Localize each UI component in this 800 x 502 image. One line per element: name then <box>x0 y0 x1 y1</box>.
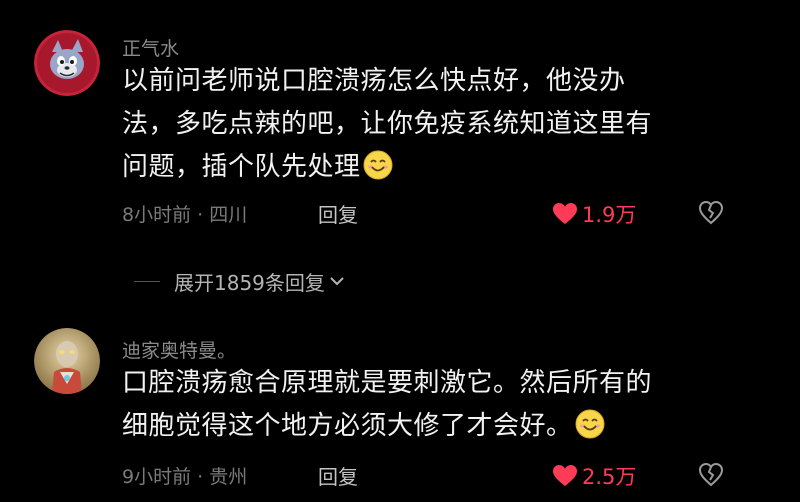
divider <box>134 280 160 282</box>
comment-line: 法，多吃点辣的吧，让你免疫系统知道这里有 <box>122 109 653 139</box>
like-button[interactable]: 2.5万 <box>552 461 636 491</box>
ultraman-figure-avatar-icon <box>34 328 100 394</box>
expand-replies-label[interactable]: 展开1859条回复 <box>174 267 325 296</box>
heart-filled-icon <box>553 465 577 486</box>
cartoon-cat-avatar-icon <box>34 30 100 96</box>
comment-username[interactable]: 迪家奥特曼。 <box>122 336 236 363</box>
comment-line: 以前问老师说口腔溃疡怎么快点好，他没办 <box>122 66 626 96</box>
like-button[interactable]: 1.9万 <box>552 199 636 229</box>
comment-line: 口腔溃疡愈合原理就是要刺激它。然后所有的 <box>122 368 653 398</box>
chevron-down-icon[interactable] <box>329 273 345 289</box>
reply-button[interactable]: 回复 <box>318 461 358 490</box>
smile-emoji-icon <box>575 409 605 439</box>
like-count: 2.5万 <box>582 465 637 489</box>
broken-heart-icon[interactable] <box>698 462 724 488</box>
comment-username[interactable]: 正气水 <box>122 34 179 61</box>
avatar[interactable] <box>34 328 100 394</box>
comment-content: 以前问老师说口腔溃疡怎么快点好，他没办 法，多吃点辣的吧，让你免疫系统知道这里有… <box>122 60 742 189</box>
comment-item: 正气水 以前问老师说口腔溃疡怎么快点好，他没办 法，多吃点辣的吧，让你免疫系统知… <box>0 0 800 250</box>
comment-line: 细胞觉得这个地方必须大修了才会好。 <box>122 411 573 441</box>
comment-meta: 8小时前 · 四川 <box>122 204 248 226</box>
reply-button[interactable]: 回复 <box>318 199 358 228</box>
heart-filled-icon <box>553 203 577 224</box>
avatar[interactable] <box>34 30 100 96</box>
comment-content: 口腔溃疡愈合原理就是要刺激它。然后所有的 细胞觉得这个地方必须大修了才会好。 <box>122 362 742 448</box>
smile-emoji-icon <box>363 150 393 180</box>
comment-meta: 9小时前 · 贵州 <box>122 466 248 488</box>
expand-replies[interactable]: 展开1859条回复 <box>134 266 345 296</box>
comment-line-last: 细胞觉得这个地方必须大修了才会好。 <box>122 405 742 448</box>
broken-heart-icon[interactable] <box>698 200 724 226</box>
comment-line: 问题，插个队先处理 <box>122 152 361 182</box>
comment-line-last: 问题，插个队先处理 <box>122 146 742 189</box>
like-count: 1.9万 <box>582 203 637 227</box>
